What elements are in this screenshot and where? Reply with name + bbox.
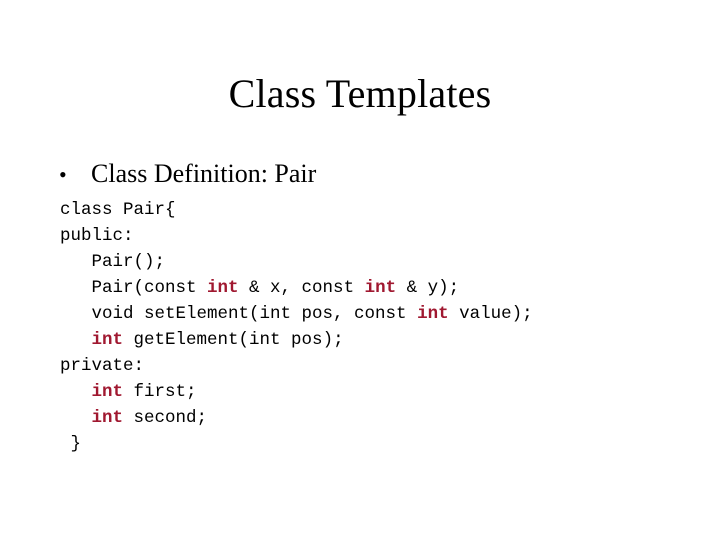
line-class-pair: class Pair{: [60, 197, 700, 223]
code-text: class Pair{: [60, 200, 176, 220]
code-keyword: int: [207, 278, 239, 298]
code-text: & x, const: [238, 278, 365, 298]
code-keyword: int: [91, 408, 124, 428]
list-item: • Class Definition: Pair: [54, 159, 674, 190]
code-text: & y);: [396, 278, 460, 298]
code-keyword: int: [91, 382, 124, 402]
code-text: }: [60, 434, 82, 454]
line-close-brace: }: [60, 431, 700, 457]
code-keyword: int: [364, 278, 397, 298]
code-block: class Pair{ public: Pair(); Pair(const in…: [60, 197, 700, 457]
code-text: Pair(const: [60, 278, 208, 298]
page-title: Class Templates: [228, 71, 492, 116]
bullet-item-label: Class Definition: Pair: [91, 159, 317, 188]
line-member-second: int second;: [60, 405, 700, 431]
code-text: public:: [60, 226, 134, 246]
code-text: second;: [123, 408, 208, 428]
slide-canvas: Class Templates • Class Definition: Pair …: [0, 0, 720, 540]
code-text: private:: [60, 356, 145, 376]
line-set-element: void setElement(int pos, const int value…: [60, 301, 700, 327]
bullet-point-icon: •: [59, 162, 67, 187]
code-text: value);: [448, 304, 533, 324]
code-text: getElement(int pos);: [123, 330, 344, 350]
line-member-first: int first;: [60, 379, 700, 405]
line-get-element: int getElement(int pos);: [60, 327, 700, 353]
code-keyword: int: [417, 304, 449, 324]
code-text: void setElement(int pos, const: [60, 304, 418, 324]
code-text: Pair();: [60, 252, 166, 272]
line-public: public:: [60, 223, 700, 249]
code-keyword: int: [91, 330, 124, 350]
line-default-ctor: Pair();: [60, 249, 700, 275]
code-text: first;: [123, 382, 197, 402]
line-private: private:: [60, 353, 700, 379]
bullet-list: • Class Definition: Pair: [54, 159, 674, 190]
line-param-ctor: Pair(const int & x, const int & y);: [60, 275, 700, 301]
